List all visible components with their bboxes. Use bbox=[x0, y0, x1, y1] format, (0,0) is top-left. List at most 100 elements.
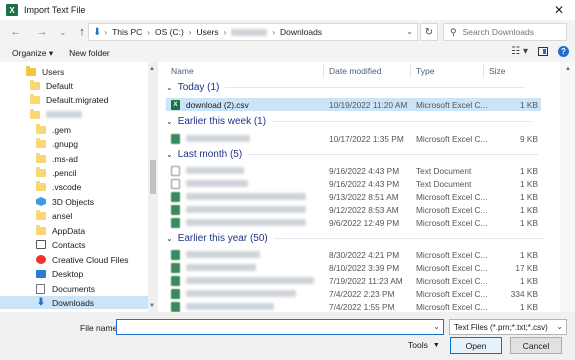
tools-menu[interactable]: Tools ▼ bbox=[408, 340, 440, 350]
group-header-last-month[interactable]: ⌄ Last month (5) bbox=[166, 149, 539, 160]
column-header-type[interactable]: Type bbox=[416, 66, 434, 76]
tree-item-contacts[interactable]: Contacts bbox=[36, 238, 86, 251]
tree-item-default[interactable]: Default bbox=[30, 79, 73, 92]
tree-item-3d-objects[interactable]: 3D Objects bbox=[36, 195, 94, 208]
file-name-input[interactable]: ⌄ bbox=[116, 319, 444, 335]
tree-item-pencil[interactable]: .pencil bbox=[36, 166, 77, 179]
tree-item-label: .gem bbox=[52, 124, 71, 135]
chevron-down-icon: ⌄ bbox=[166, 150, 173, 159]
folder-icon bbox=[36, 123, 46, 134]
file-name-redacted bbox=[186, 180, 248, 187]
file-name-label: File name: bbox=[80, 323, 120, 333]
file-row[interactable]: 9/16/2022 4:43 PM Text Document 1 KB bbox=[166, 164, 541, 177]
forward-button[interactable]: → bbox=[34, 24, 50, 40]
window-title: Import Text File bbox=[24, 5, 86, 15]
breadcrumb-os-c[interactable]: OS (C:) bbox=[155, 27, 184, 37]
group-header-earlier-this-year[interactable]: ⌄ Earlier this year (50) bbox=[166, 233, 544, 244]
column-divider[interactable] bbox=[483, 64, 484, 78]
file-row[interactable]: 9/13/2022 8:51 AM Microsoft Excel C... 1… bbox=[166, 190, 541, 203]
group-label: Last month (5) bbox=[177, 149, 243, 160]
file-row[interactable]: 10/17/2022 1:35 PM Microsoft Excel C... … bbox=[166, 132, 541, 145]
file-size: 1 KB bbox=[520, 276, 538, 286]
command-bar: Organize ▾ New folder ☷ ▾ ? bbox=[0, 44, 575, 62]
file-size: 1 KB bbox=[520, 218, 538, 228]
file-row[interactable]: 7/19/2022 11:23 AM Microsoft Excel C... … bbox=[166, 274, 541, 287]
open-button[interactable]: Open bbox=[450, 337, 502, 354]
breadcrumb-this-pc[interactable]: This PC bbox=[112, 27, 142, 37]
excel-csv-icon bbox=[171, 192, 180, 202]
help-icon[interactable]: ? bbox=[558, 46, 569, 57]
file-row[interactable]: 8/30/2022 4:21 PM Microsoft Excel C... 1… bbox=[166, 248, 541, 261]
sidebar-scrollbar-thumb[interactable] bbox=[150, 160, 156, 194]
file-name-redacted bbox=[186, 290, 296, 297]
contacts-icon bbox=[36, 240, 46, 249]
navigation-bar: ← → ⌄ ↑ ⬇ › This PC › OS (C:) › Users › … bbox=[0, 20, 575, 44]
column-header-size[interactable]: Size bbox=[489, 66, 506, 76]
recent-locations-button[interactable]: ⌄ bbox=[58, 24, 68, 40]
scroll-up-icon[interactable]: ▲ bbox=[149, 66, 155, 72]
file-size: 17 KB bbox=[515, 263, 538, 273]
file-row[interactable]: 7/4/2022 2:23 PM Microsoft Excel C... 33… bbox=[166, 287, 541, 300]
file-row[interactable]: X download (2).csv 10/19/2022 11:20 AM M… bbox=[166, 98, 541, 111]
file-row[interactable]: 9/12/2022 8:53 AM Microsoft Excel C... 1… bbox=[166, 203, 541, 216]
scroll-up-icon[interactable]: ▲ bbox=[565, 66, 571, 72]
tree-item-ansel[interactable]: ansel bbox=[36, 209, 72, 222]
tree-item-default-migrated[interactable]: Default.migrated bbox=[30, 93, 108, 106]
scroll-down-icon[interactable]: ▼ bbox=[149, 303, 155, 309]
tree-item-gnupg[interactable]: .gnupg bbox=[36, 137, 78, 150]
file-name-redacted bbox=[186, 193, 306, 200]
search-input[interactable]: ⚲ Search Downloads bbox=[443, 23, 567, 41]
column-header-name[interactable]: Name bbox=[171, 66, 194, 76]
group-header-today[interactable]: ⌄ Today (1) bbox=[166, 82, 526, 93]
file-row[interactable]: 8/10/2022 3:39 PM Microsoft Excel C... 1… bbox=[166, 261, 541, 274]
file-size: 9 KB bbox=[520, 134, 538, 144]
file-row[interactable]: 9/6/2022 12:49 PM Microsoft Excel C... 1… bbox=[166, 216, 541, 229]
tree-item-vscode[interactable]: .vscode bbox=[36, 180, 81, 193]
tree-item-ms-ad[interactable]: .ms-ad bbox=[36, 152, 78, 165]
tree-item-documents[interactable]: Documents bbox=[36, 282, 95, 295]
file-list-scrollbar[interactable] bbox=[560, 62, 575, 312]
folder-icon bbox=[36, 209, 46, 220]
arrow-left-icon: ← bbox=[10, 26, 22, 38]
column-divider[interactable] bbox=[410, 64, 411, 78]
preview-pane-icon[interactable] bbox=[538, 47, 548, 56]
chevron-down-icon[interactable]: ⌄ bbox=[433, 322, 440, 331]
file-type: Microsoft Excel C... bbox=[416, 276, 488, 286]
close-button[interactable]: ✕ bbox=[543, 0, 575, 20]
file-row[interactable]: 7/4/2022 1:55 PM Microsoft Excel C... 1 … bbox=[166, 300, 541, 312]
close-icon: ✕ bbox=[553, 3, 565, 17]
breadcrumb-downloads[interactable]: Downloads bbox=[280, 27, 322, 37]
group-header-earlier-this-week[interactable]: ⌄ Earlier this week (1) bbox=[166, 116, 533, 127]
back-button[interactable]: ← bbox=[8, 24, 24, 40]
file-row[interactable]: 9/16/2022 4:43 PM Text Document 1 KB bbox=[166, 177, 541, 190]
tree-item-user-redacted[interactable] bbox=[30, 108, 82, 121]
tree-item-gem[interactable]: .gem bbox=[36, 123, 71, 136]
cancel-button[interactable]: Cancel bbox=[510, 337, 562, 354]
tree-item-label: Documents bbox=[52, 283, 95, 294]
column-header-date[interactable]: Date modified bbox=[329, 66, 381, 76]
chevron-down-icon: ⌄ bbox=[166, 234, 173, 243]
column-divider[interactable] bbox=[323, 64, 324, 78]
file-type: Microsoft Excel C... bbox=[416, 289, 488, 299]
excel-csv-icon bbox=[171, 205, 180, 215]
tree-item-appdata[interactable]: AppData bbox=[36, 224, 85, 237]
file-type-select[interactable]: Text Files (*.prn;*.txt;*.csv) ⌄ bbox=[449, 319, 567, 335]
file-type: Microsoft Excel C... bbox=[416, 205, 488, 215]
breadcrumb-user-redacted[interactable] bbox=[231, 28, 268, 36]
file-type: Microsoft Excel C... bbox=[416, 250, 488, 260]
tree-item-creative-cloud-files[interactable]: Creative Cloud Files bbox=[36, 253, 129, 266]
refresh-button[interactable]: ↻ bbox=[420, 23, 438, 41]
new-folder-button[interactable]: New folder bbox=[69, 48, 110, 58]
tree-item-desktop[interactable]: Desktop bbox=[36, 267, 83, 280]
organize-button[interactable]: Organize ▾ bbox=[12, 48, 53, 59]
documents-icon bbox=[36, 283, 45, 294]
chevron-down-icon[interactable]: ⌄ bbox=[406, 27, 413, 36]
file-name-redacted bbox=[186, 277, 314, 284]
file-size: 1 KB bbox=[520, 179, 538, 189]
tree-item-users[interactable]: Users bbox=[26, 65, 64, 78]
desktop-icon bbox=[36, 269, 46, 278]
breadcrumb-users[interactable]: Users bbox=[196, 27, 218, 37]
change-view-icon[interactable]: ☷ ▾ bbox=[511, 46, 528, 57]
tree-item-downloads[interactable]: ⬇ Downloads bbox=[0, 296, 148, 309]
address-bar[interactable]: ⬇ › This PC › OS (C:) › Users › › Downlo… bbox=[88, 23, 418, 41]
